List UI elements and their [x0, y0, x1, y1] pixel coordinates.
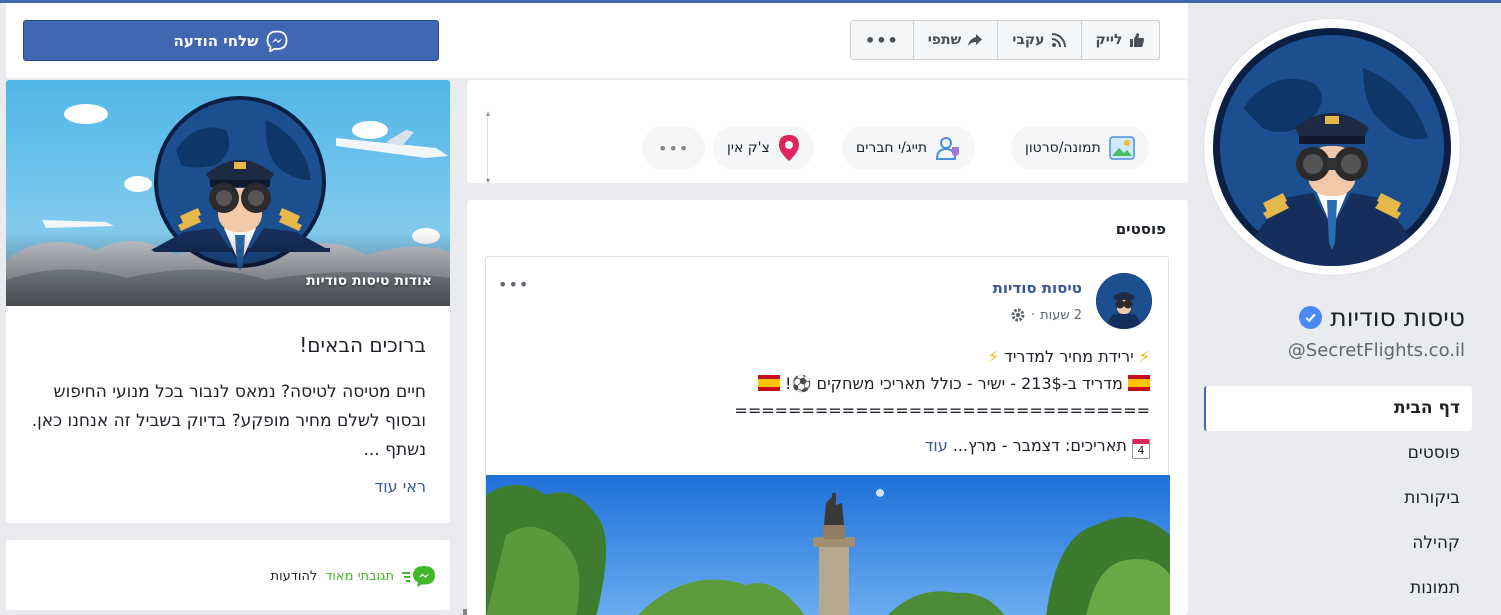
more-actions-button[interactable]: •••	[851, 21, 913, 59]
about-cover-photo[interactable]: אודות טיסות סודיות	[6, 80, 450, 306]
page-name[interactable]: טיסות סודיות	[1299, 303, 1465, 332]
about-card: אודות טיסות סודיות ברוכים הבאים! חיים מט…	[6, 80, 450, 523]
nav-item-photos[interactable]: תמונות	[1204, 566, 1472, 611]
post-line-2: מדריד ב-213$ - ישיר - כולל תאריכי משחקים…	[500, 370, 1150, 397]
post-options-button[interactable]: •••	[498, 275, 529, 294]
location-pin-icon	[778, 135, 799, 161]
page-handle[interactable]: @SecretFlights.co.il	[1288, 340, 1465, 361]
share-label: שתפי	[927, 32, 962, 48]
page-name-text[interactable]: טיסות סודיות	[1330, 303, 1465, 332]
composer-more-button[interactable]: •••	[642, 126, 706, 170]
post-divider: ===============================	[734, 401, 1150, 420]
post-author-avatar[interactable]	[1096, 273, 1152, 329]
like-label: לייק	[1095, 32, 1123, 48]
rss-icon	[1051, 33, 1066, 48]
follow-label: עקבי	[1012, 32, 1045, 48]
lightning-icon: ⚡	[1138, 347, 1150, 366]
send-message-button[interactable]: שלחי הודעה	[23, 20, 439, 61]
share-button[interactable]: שתפי	[912, 21, 998, 59]
photo-video-button[interactable]: תמונה/סרטון	[1011, 126, 1149, 170]
response-target-text: להודעות	[270, 568, 318, 584]
post-line-1: ⚡ ירידת מחיר למדריד ⚡	[500, 343, 1150, 370]
like-button[interactable]: לייק	[1080, 21, 1159, 59]
send-message-bar: שלחי הודעה	[6, 3, 456, 78]
post-line-1-text: ירידת מחיר למדריד	[1004, 347, 1134, 366]
composer-scrollbar[interactable]	[486, 109, 495, 185]
nav-item-reviews[interactable]: ביקורות	[1204, 476, 1472, 521]
page-actions-group: לייק עקבי שתפי •••	[850, 20, 1160, 60]
profile-avatar[interactable]	[1204, 19, 1460, 275]
calendar-icon: 4	[1132, 439, 1150, 459]
nav-item-home[interactable]: דף הבית	[1204, 386, 1472, 431]
photo-icon	[1108, 136, 1135, 160]
about-body: חיים מטיסה לטיסה? נמאס לנבור בכל מנועי ה…	[31, 382, 426, 460]
tag-friends-button[interactable]: תייג/י חברים	[842, 126, 976, 170]
soccer-ball-icon: ⚽	[791, 374, 812, 393]
post-image[interactable]	[486, 475, 1170, 615]
more-actions-dots: •••	[865, 30, 899, 50]
photo-video-label: תמונה/סרטון	[1025, 140, 1101, 156]
post: טיסות סודיות 2 שעות · ••• ⚡ ירידת מחיר ל…	[485, 256, 1170, 615]
scroll-indicator	[463, 609, 467, 615]
post-meta-separator: ·	[1031, 307, 1036, 323]
verified-badge-icon	[1299, 306, 1323, 329]
about-caption[interactable]: אודות טיסות סודיות	[306, 273, 432, 289]
fast-messenger-icon	[402, 566, 435, 587]
post-line-3-text: תאריכים: דצמבר - מרץ...	[952, 436, 1127, 455]
tag-friends-icon	[936, 137, 960, 160]
pilot-logo-icon	[1213, 28, 1451, 266]
lightning-icon: ⚡	[987, 347, 999, 366]
posts-section-title: פוסטים	[1115, 220, 1166, 238]
gear-icon	[1011, 308, 1025, 322]
profile-column: טיסות סודיות @SecretFlights.co.il דף הבי…	[1190, 3, 1501, 615]
posts-card: פוסטים טיסות סודיות 2 שעות · ••• ⚡ ירידת…	[467, 200, 1188, 615]
post-text: ⚡ ירידת מחיר למדריד ⚡ מדריד ב-213$ - ישי…	[500, 343, 1150, 459]
tag-friends-label: תייג/י חברים	[856, 140, 928, 156]
nav-item-community[interactable]: קהילה	[1204, 521, 1472, 566]
check-in-label: צ'ק אין	[727, 140, 770, 156]
messaging-card: תגובתי מאוד להודעות	[6, 540, 450, 610]
pilot-logo-small-icon	[1096, 273, 1152, 329]
post-author-name[interactable]: טיסות סודיות	[993, 279, 1082, 297]
post-line-3: 4 תאריכים: דצמבר - מרץ... עוד	[500, 432, 1150, 459]
check-in-button[interactable]: צ'ק אין	[713, 126, 814, 170]
post-line-2-text: מדריד ב-213$ - ישיר - כולל תאריכי משחקים	[816, 374, 1123, 393]
page-nav: דף הבית פוסטים ביקורות קהילה תמונות	[1204, 386, 1472, 611]
follow-button[interactable]: עקבי	[997, 21, 1080, 59]
thumbs-up-icon	[1129, 33, 1144, 47]
nav-item-posts[interactable]: פוסטים	[1204, 431, 1472, 476]
about-heading: ברוכים הבאים!	[299, 333, 426, 357]
composer-more-dots: •••	[658, 138, 690, 158]
post-see-more-link[interactable]: עוד	[925, 436, 948, 455]
post-meta: 2 שעות ·	[1010, 307, 1082, 323]
spain-flag-icon	[1128, 375, 1150, 391]
about-see-more-link[interactable]: ראי עוד	[375, 477, 427, 496]
send-message-label: שלחי הודעה	[173, 31, 259, 50]
post-time[interactable]: 2 שעות	[1040, 308, 1082, 323]
messaging-responsiveness: תגובתי מאוד להודעות	[271, 564, 436, 588]
messenger-icon	[267, 30, 288, 52]
response-speed-text: תגובתי מאוד	[325, 568, 394, 584]
share-arrow-icon	[968, 34, 983, 46]
madrid-monument-photo	[486, 475, 1170, 615]
spain-flag-icon	[757, 375, 780, 391]
